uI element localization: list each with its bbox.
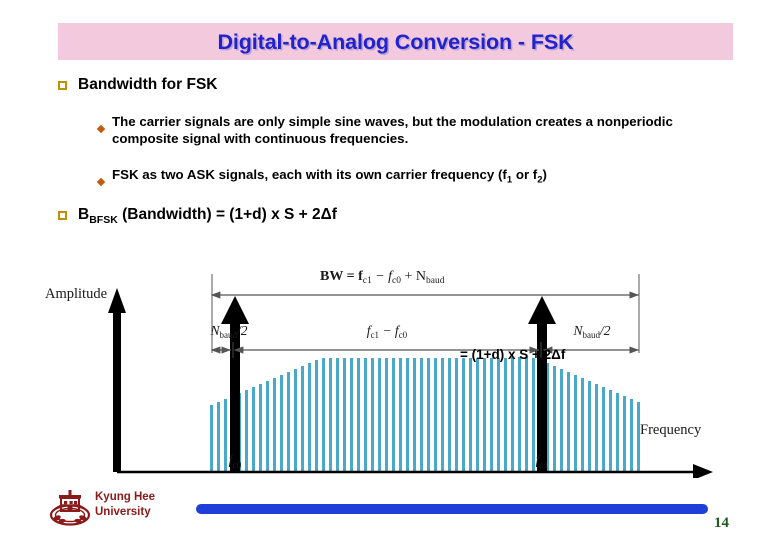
page-number: 14: [714, 515, 729, 531]
sub-bullet-label: The carrier signals are only simple sine…: [112, 114, 673, 146]
bfsk-formula-label: BBFSK (Bandwidth) = (1+d) x S + 2Δf: [78, 205, 337, 230]
bullet-item-bfsk-formula: BBFSK (Bandwidth) = (1+d) x S + 2Δf: [58, 205, 337, 230]
university-name-label: Kyung Hee University: [95, 490, 155, 519]
university-name-line1: Kyung Hee: [95, 491, 156, 503]
sub-bullet-label: FSK as two ASK signals, each with its ow…: [112, 166, 547, 189]
bfsk-formula-lead: B: [78, 206, 90, 223]
segment-dimension-lines: [210, 342, 639, 358]
segment-right-label: Nbaud/2: [572, 323, 610, 340]
bullet-label: Bandwidth for FSK: [78, 76, 218, 93]
spectrum-lines: [210, 357, 640, 472]
diagram-axes: [108, 288, 713, 478]
bfsk-formula-subscript: BFSK: [89, 214, 118, 227]
bfsk-formula-rest: (Bandwidth) = (1+d) x S + 2Δf: [117, 206, 337, 223]
kyung-hee-university-logo-icon: [48, 488, 92, 530]
diamond-bullet-icon: [96, 119, 112, 137]
sub-bullet-carrier-signals: The carrier signals are only simple sine…: [96, 113, 723, 147]
bw-formula-label: BW = fc1 − fc0 + Nbaud: [320, 269, 445, 286]
amplitude-axis-label: Amplitude: [45, 286, 107, 302]
bw-formula-sub1: c1: [363, 276, 372, 286]
bw-formula-lead: BW = f: [320, 269, 363, 284]
fsk-bandwidth-diagram: BW = fc1 − fc0 + Nbaud Amplitude Frequen…: [45, 258, 740, 478]
sub-bullet-fsk-two-ask: FSK as two ASK signals, each with its ow…: [96, 166, 723, 190]
footer-decorative-bar: [196, 504, 708, 514]
sub-bullet-text-c: ): [542, 167, 547, 182]
bullet-item-bandwidth-for-fsk: Bandwidth for FSK: [58, 75, 218, 94]
sub-bullet-text-a: FSK as two ASK signals, each with its ow…: [112, 167, 507, 182]
university-name-line2: University: [95, 505, 151, 518]
page-title: Digital-to-Analog Conversion - FSK: [217, 30, 574, 54]
sub-bullet-text-b: or f: [512, 167, 538, 182]
diamond-bullet-icon: [96, 172, 112, 190]
overlay-formula-label: = (1+d) x S + 2Δf: [460, 347, 566, 362]
hollow-square-bullet-icon: [58, 205, 78, 223]
segment-mid-label: fc1 − fc0: [367, 323, 408, 340]
hollow-square-bullet-icon: [58, 75, 78, 93]
segment-left-label: Nbaud/2: [209, 323, 247, 340]
frequency-axis-label: Frequency: [640, 422, 702, 438]
